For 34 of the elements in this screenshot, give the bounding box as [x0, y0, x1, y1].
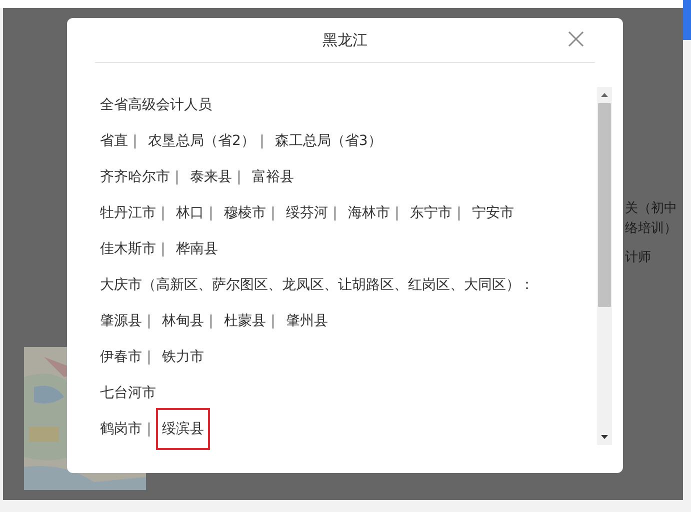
- region-link[interactable]: 肇州县: [286, 311, 328, 331]
- region-link[interactable]: 富裕县: [252, 167, 294, 187]
- region-link[interactable]: 农垦总局（省2）｜: [148, 131, 269, 151]
- region-link[interactable]: 泰来县｜: [190, 167, 246, 187]
- region-link[interactable]: 林甸县｜: [162, 311, 218, 331]
- background-text: 计师: [625, 249, 651, 267]
- region-link[interactable]: 佳木斯市｜: [100, 239, 170, 259]
- region-link[interactable]: 齐齐哈尔市｜: [100, 167, 184, 187]
- header-bar: [683, 0, 691, 40]
- region-link[interactable]: 绥芬河｜: [286, 203, 342, 223]
- region-link[interactable]: 全省高级会计人员: [100, 95, 212, 115]
- region-link[interactable]: 鹤岗市｜: [100, 419, 156, 439]
- region-link[interactable]: 杜蒙县｜: [224, 311, 280, 331]
- region-link[interactable]: 铁力市: [162, 347, 204, 367]
- region-link[interactable]: 森工总局（省3）: [274, 131, 382, 151]
- region-link[interactable]: 大庆市（高新区、萨尔图区、龙凤区、让胡路区、红岗区、大同区）：: [100, 275, 534, 295]
- region-link[interactable]: 东宁市｜: [410, 203, 466, 223]
- region-link[interactable]: 七台河市: [100, 383, 156, 403]
- dialog-title: 黑龙江: [322, 30, 368, 50]
- background-text: 络培训）: [625, 220, 677, 238]
- region-link[interactable]: 林口｜: [176, 203, 218, 223]
- region-link[interactable]: 桦南县: [176, 239, 218, 259]
- region-link[interactable]: 绥滨县: [156, 408, 210, 450]
- scrollbar-thumb[interactable]: [598, 103, 611, 307]
- region-link[interactable]: 省直｜: [100, 131, 142, 151]
- scrollbar[interactable]: [597, 87, 612, 445]
- region-link[interactable]: 肇源县｜: [100, 311, 156, 331]
- region-link[interactable]: 穆棱市｜: [224, 203, 280, 223]
- close-icon[interactable]: [567, 30, 585, 48]
- region-link[interactable]: 宁安市: [472, 203, 514, 223]
- region-link[interactable]: 伊春市｜: [100, 347, 156, 367]
- region-link[interactable]: 牡丹江市｜: [100, 203, 170, 223]
- region-link[interactable]: 海林市｜: [348, 203, 404, 223]
- background-text: 关（初中: [625, 200, 677, 218]
